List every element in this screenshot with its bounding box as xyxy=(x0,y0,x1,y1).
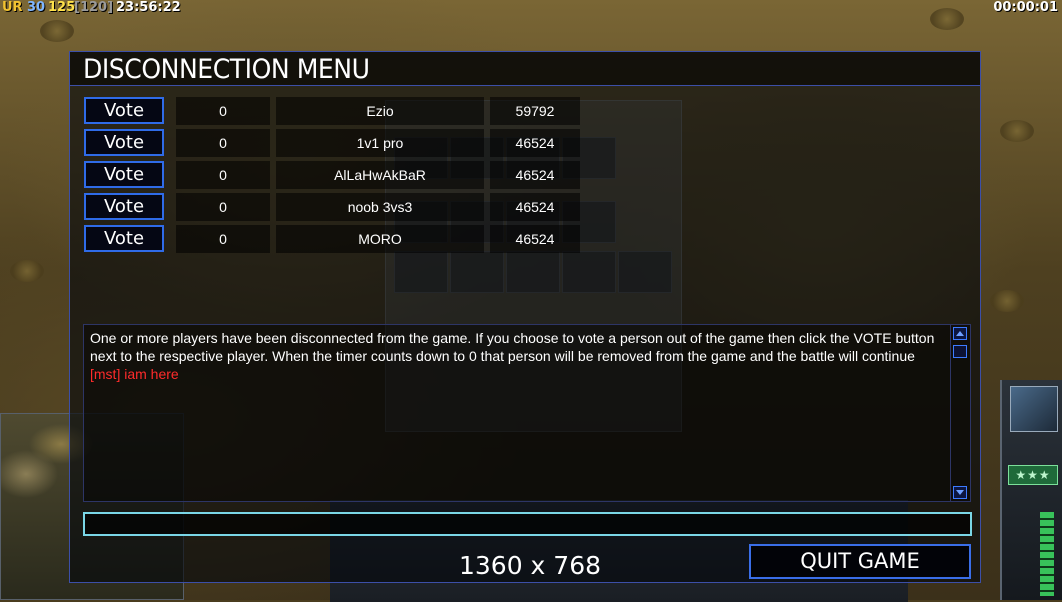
dialog-title: DISCONNECTION MENU xyxy=(83,54,370,85)
player-name: noob 3vs3 xyxy=(276,193,484,221)
vote-button[interactable]: Vote xyxy=(84,161,164,188)
general-powers-icon[interactable] xyxy=(1010,386,1058,432)
resolution-label: 1360 x 768 xyxy=(458,551,602,580)
chat-input[interactable] xyxy=(83,512,972,536)
power-meter xyxy=(1040,512,1054,596)
hud-game-timer: 00:00:01 xyxy=(993,0,1058,15)
hud-stat-a: 30 xyxy=(27,0,46,15)
chat-text: One or more players have been disconnect… xyxy=(90,329,950,383)
scroll-down-button[interactable] xyxy=(953,486,967,499)
player-name: AlLaHwAkBaR xyxy=(276,161,484,189)
player-votes: 0 xyxy=(176,129,270,157)
player-name: MORO xyxy=(276,225,484,253)
player-name: Ezio xyxy=(276,97,484,125)
player-votes: 0 xyxy=(176,193,270,221)
hud-stat-c: [120] xyxy=(74,0,114,15)
chat-system-message: One or more players have been disconnect… xyxy=(90,330,935,364)
rank-stars-icon: ★★★ xyxy=(1008,465,1058,485)
disconnection-dialog: DISCONNECTION MENU Vote 0 Ezio 59792 Vot… xyxy=(69,51,981,583)
terrain-tree xyxy=(10,260,44,282)
terrain-tree xyxy=(930,8,964,30)
hud-stat-b: 125 xyxy=(48,0,76,15)
terrain-tree xyxy=(1000,120,1034,142)
hud-faction: UR xyxy=(2,0,23,15)
player-timer: 59792 xyxy=(490,97,580,125)
terrain-tree xyxy=(990,290,1024,312)
player-votes: 0 xyxy=(176,97,270,125)
player-votes: 0 xyxy=(176,161,270,189)
arrow-up-icon xyxy=(956,331,964,336)
chat-log[interactable]: One or more players have been disconnect… xyxy=(83,324,971,502)
player-votes: 0 xyxy=(176,225,270,253)
vote-button[interactable]: Vote xyxy=(84,97,164,124)
terrain-tree xyxy=(40,20,74,42)
player-timer: 46524 xyxy=(490,225,580,253)
arrow-down-icon xyxy=(956,490,964,495)
player-timer: 46524 xyxy=(490,161,580,189)
player-name: 1v1 pro xyxy=(276,129,484,157)
quit-game-button[interactable]: QUIT GAME xyxy=(749,544,971,579)
chat-scrollbar[interactable] xyxy=(950,325,970,501)
player-timer: 46524 xyxy=(490,129,580,157)
scroll-thumb[interactable] xyxy=(953,345,967,358)
player-timer: 46524 xyxy=(490,193,580,221)
scroll-up-button[interactable] xyxy=(953,327,967,340)
vote-button[interactable]: Vote xyxy=(84,129,164,156)
vote-button[interactable]: Vote xyxy=(84,193,164,220)
dialog-title-bar: DISCONNECTION MENU xyxy=(70,52,980,86)
hud-clock: 23:56:22 xyxy=(116,0,181,15)
vote-button[interactable]: Vote xyxy=(84,225,164,252)
chat-player-message: [mst] iam here xyxy=(90,366,179,382)
